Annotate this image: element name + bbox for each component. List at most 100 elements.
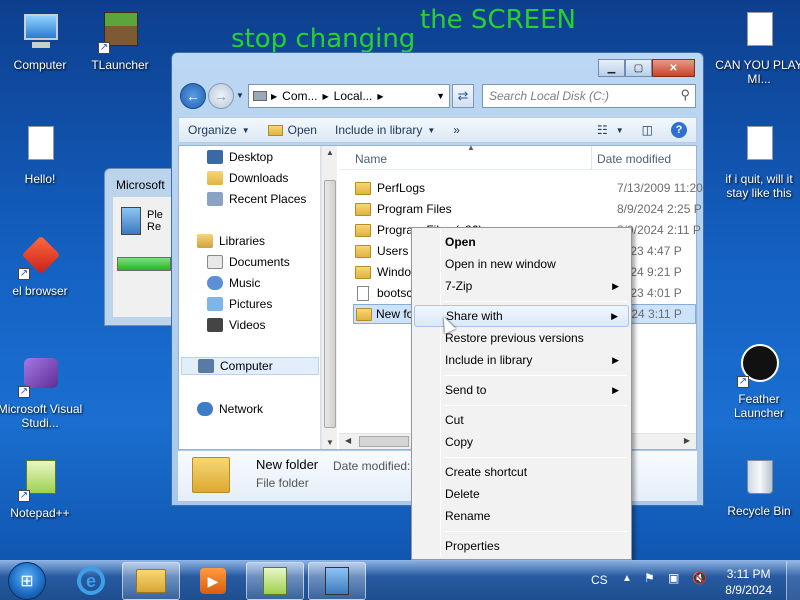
taskbar-internet-explorer[interactable]: e [62,562,120,600]
desktop-icon-label: el browser [12,284,68,298]
language-indicator[interactable]: CS [591,573,608,587]
nav-item-computer[interactable]: Computer [181,357,319,375]
installer-icon [325,567,349,595]
desktop-icon-computer[interactable]: Computer [0,10,85,72]
start-button[interactable]: ⊞ [8,562,46,600]
menu-separator [444,301,627,302]
menu-item-delete[interactable]: Delete [414,483,629,505]
nav-item-music[interactable]: Music [207,274,260,292]
volume-muted-icon[interactable]: 🔇 [692,571,707,585]
address-bar[interactable]: ▶ Com... ▶ Local... ▶ ▼ [248,84,450,108]
menu-item-copy[interactable]: Copy [414,431,629,453]
taskbar-notepadpp[interactable] [246,562,304,600]
maximize-button[interactable]: ▢ [625,59,652,77]
help-button[interactable]: ? [662,122,696,138]
menu-item-rename[interactable]: Rename [414,505,629,527]
scroll-down-icon[interactable]: ▼ [326,438,334,447]
nav-item-network[interactable]: Network [197,400,263,418]
menu-label: Restore previous versions [445,331,584,345]
scrollbar-thumb[interactable] [324,180,336,428]
open-button[interactable]: Open [259,123,326,137]
column-divider[interactable] [591,146,592,170]
shortcut-arrow-icon: ↗ [18,268,30,280]
internet-explorer-icon: e [77,567,105,595]
desktop-icon-notepadpp[interactable]: ↗ Notepad++ [0,458,85,520]
taskbar-installer[interactable] [308,562,366,600]
dialog-text-line-2: Re [147,221,162,233]
show-desktop-button[interactable] [786,561,800,600]
file-row[interactable]: PerfLogs 7/13/2009 11:20 [355,178,703,198]
recent-pages-icon[interactable]: ▼ [236,91,244,100]
breadcrumb-local-disk[interactable]: Local... [334,89,373,103]
nav-label: Desktop [229,150,274,164]
preview-pane-button[interactable]: ◫ [633,123,662,137]
menu-item-7zip[interactable]: 7-Zip ▶ [414,275,629,297]
column-header-date[interactable]: Date modified [597,152,671,166]
column-header-name[interactable]: Name [355,152,387,166]
menu-label: Create shortcut [445,465,528,479]
nav-item-documents[interactable]: Documents [207,253,290,271]
scroll-right-icon[interactable]: ▶ [684,436,690,445]
desktop-icon-visual-studio[interactable]: ↗ Microsoft Visual Studi... [0,354,85,430]
nav-pane-scrollbar[interactable]: ▲ ▼ [321,146,337,449]
desktop-icon-tlauncher[interactable]: ↗ TLauncher [75,10,165,72]
show-hidden-icons-icon[interactable]: ▲ [622,573,632,584]
refresh-button[interactable]: ⇄ [452,84,474,108]
folder-icon [355,181,371,195]
menu-label: Send to [445,383,487,397]
nav-item-recent-places[interactable]: Recent Places [207,190,306,208]
scrollbar-thumb[interactable] [359,436,409,447]
organize-button[interactable]: Organize ▼ [179,123,259,137]
network-status-icon[interactable]: ▣ [668,571,679,585]
minimize-button[interactable]: ▁ [598,59,625,77]
network-icon [197,402,213,416]
menu-separator [444,405,627,406]
action-center-flag-icon[interactable]: ⚑ [644,571,655,585]
scroll-up-icon[interactable]: ▲ [326,148,334,157]
back-button[interactable]: ← [180,83,206,109]
minimize-icon: ▁ [607,62,616,74]
menu-item-properties[interactable]: Properties [414,535,629,557]
menu-item-send-to[interactable]: Send to ▶ [414,379,629,401]
desktop-icon-label: Notepad++ [10,506,70,520]
menu-item-include-in-library[interactable]: Include in library ▶ [414,349,629,371]
close-button[interactable]: ✕ [652,59,695,77]
file-row[interactable]: Program Files 8/9/2024 2:25 P [355,199,702,219]
nav-item-downloads[interactable]: Downloads [207,169,288,187]
menu-item-open[interactable]: Open [414,231,629,253]
menu-label: Rename [445,509,491,523]
close-icon: ✕ [669,62,678,74]
view-options-button[interactable]: ☷ ▼ [588,123,633,137]
menu-item-open-new-window[interactable]: Open in new window [414,253,629,275]
nav-item-pictures[interactable]: Pictures [207,295,272,313]
address-dropdown-icon[interactable]: ▼ [436,91,445,101]
forward-button[interactable]: → [208,83,234,109]
media-player-icon: ▶ [200,568,226,594]
more-commands-button[interactable]: » [444,123,469,137]
nav-item-libraries[interactable]: Libraries [197,232,265,250]
text-document-icon [737,124,781,168]
taskbar-file-explorer[interactable] [122,562,180,600]
desktop-icon-hello[interactable]: Hello! [0,124,85,186]
nav-item-desktop[interactable]: Desktop [207,148,273,166]
file-name: Users [377,244,409,258]
desktop-icon-can-you-play[interactable]: CAN YOU PLAY MI... [714,10,800,86]
menu-item-create-shortcut[interactable]: Create shortcut [414,461,629,483]
taskbar-media-player[interactable]: ▶ [184,562,242,600]
search-input[interactable]: Search Local Disk (C:) ⚲ [482,84,696,108]
include-in-library-button[interactable]: Include in library ▼ [326,123,444,137]
documents-icon [207,255,223,269]
background-dialog[interactable]: Microsoft Ple Re [104,168,174,326]
menu-item-cut[interactable]: Cut [414,409,629,431]
desktop-icon-feather[interactable]: ↗ Feather Launcher [714,344,800,420]
visual-studio-icon: ↗ [18,354,62,398]
desktop-icon-el-browser[interactable]: ↗ el browser [0,235,85,298]
nav-item-videos[interactable]: Videos [207,316,265,334]
scroll-left-icon[interactable]: ◀ [345,436,351,445]
desktop-icon-if-i-quit[interactable]: if i quit, will it stay like this [714,124,800,200]
desktop-icon-recycle-bin[interactable]: Recycle Bin [714,456,800,518]
breadcrumb-computer[interactable]: Com... [282,89,317,103]
taskbar-clock[interactable]: 3:11 PM 8/9/2024 [725,566,772,598]
file-icon [357,285,369,301]
details-date-label: Date modified: [333,459,411,473]
